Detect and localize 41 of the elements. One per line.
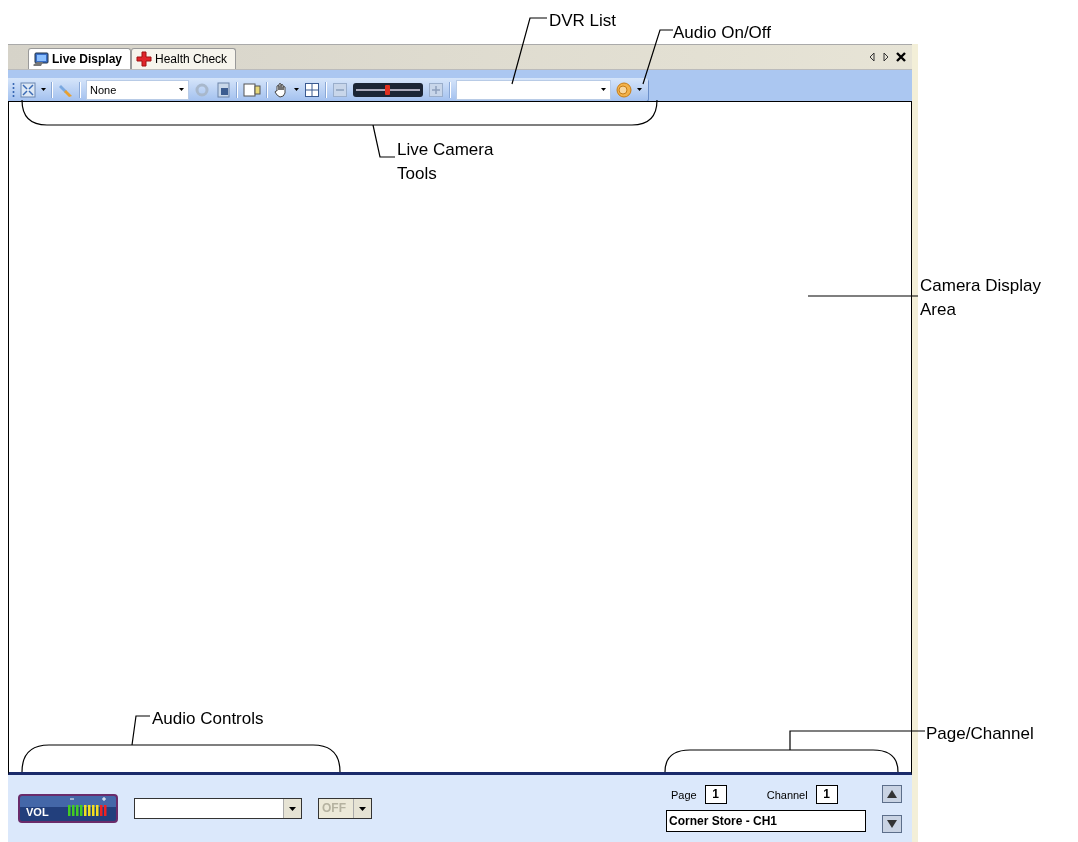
page-down-button[interactable]	[882, 814, 902, 833]
callout-label: Page/Channel	[926, 723, 1035, 745]
page-up-button[interactable]	[882, 784, 902, 803]
page-field[interactable]: 1	[704, 785, 727, 804]
volume-control[interactable]: VOL	[18, 794, 118, 823]
tab[interactable]: Health Check	[131, 48, 237, 69]
camera-name-field: Corner Store - CH1	[666, 810, 866, 832]
document-icon[interactable]	[215, 81, 231, 98]
grid-icon[interactable]	[304, 81, 320, 98]
cross-icon	[136, 51, 153, 67]
callout-label: Live Camera Tools	[397, 139, 495, 185]
callout-label: Audio On/Off	[673, 22, 772, 44]
zoom-slider[interactable]	[353, 82, 423, 97]
scroll-right-icon[interactable]	[882, 52, 890, 62]
close-icon[interactable]	[896, 52, 906, 62]
down-arrow-icon	[887, 819, 897, 828]
volume-label: VOL	[26, 806, 49, 818]
callout-label: DVR List	[549, 10, 618, 32]
callout-label: Audio Controls	[152, 708, 265, 730]
audio-source-select[interactable]	[134, 798, 302, 819]
hand-icon[interactable]	[273, 81, 289, 98]
fullscreen-icon[interactable]	[20, 81, 36, 98]
monitor-icon	[33, 51, 49, 67]
tab[interactable]: Live Display	[28, 48, 132, 69]
caret-icon[interactable]	[289, 806, 296, 811]
bracket-drawing	[642, 29, 674, 85]
caret-icon[interactable]	[179, 88, 184, 91]
panel-icon[interactable]	[243, 82, 261, 97]
callout-label: Camera Display Area	[920, 275, 1042, 321]
up-arrow-icon	[887, 789, 897, 798]
channel-label: Channel	[766, 788, 808, 801]
bracket-drawing	[511, 17, 548, 85]
camera-select[interactable]: None	[86, 79, 189, 100]
caret-icon[interactable]	[41, 88, 46, 91]
grip-icon	[12, 81, 15, 98]
scroll-left-icon[interactable]	[868, 52, 876, 62]
caret-icon[interactable]	[637, 88, 642, 91]
caret-icon[interactable]	[294, 88, 299, 91]
page-label: Page	[671, 788, 697, 801]
caret-icon[interactable]	[601, 88, 606, 91]
channel-field[interactable]: 1	[815, 785, 838, 804]
